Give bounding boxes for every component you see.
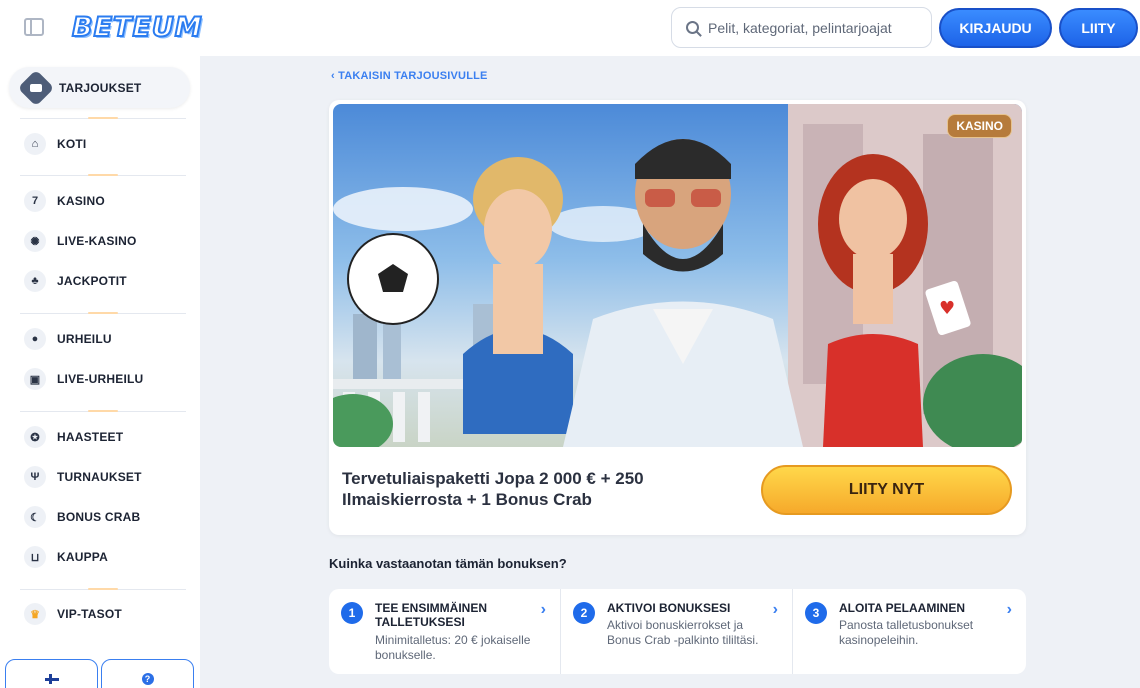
step-item[interactable]: 2 AKTIVOI BONUKSESI Aktivoi bonuskierrok… (561, 589, 793, 674)
seven-icon: 7 (24, 190, 46, 212)
step-number: 1 (341, 602, 363, 624)
sidebar-item-sports[interactable]: ● URHEILU (24, 328, 112, 350)
sidebar-item-label: LIVE-KASINO (57, 234, 137, 248)
sidebar-item-tournaments[interactable]: Ψ TURNAUKSET (24, 466, 142, 488)
sidebar-divider (20, 174, 186, 176)
search-icon (686, 21, 699, 34)
top-header: BETEUM KIRJAUDU LIITY (0, 0, 1140, 56)
search-box[interactable] (671, 7, 932, 48)
offer-banner-image: ♥ KASINO (333, 104, 1022, 447)
medal-icon: ✪ (24, 426, 46, 448)
join-now-button[interactable]: LIITY NYT (761, 465, 1012, 515)
sidebar-item-label: KOTI (57, 137, 87, 151)
sidebar-item-bonus-crab[interactable]: ☾ BONUS CRAB (24, 506, 140, 528)
banner-illustration: ♥ (333, 104, 1022, 447)
chevron-right-icon[interactable]: › (541, 601, 546, 619)
category-badge: KASINO (947, 114, 1012, 138)
step-description: Aktivoi bonuskierrokset ja Bonus Crab -p… (607, 618, 759, 647)
sidebar-divider (20, 312, 186, 314)
sidebar-item-casino[interactable]: 7 KASINO (24, 190, 105, 212)
sidebar-item-label: KASINO (57, 194, 105, 208)
clover-icon: ♣ (24, 270, 46, 292)
ball-icon: ● (24, 328, 46, 350)
chevron-right-icon[interactable]: › (773, 601, 778, 619)
search-input[interactable] (708, 19, 928, 36)
sidebar-item-home[interactable]: ⌂ KOTI (24, 133, 86, 155)
offer-title: Tervetuliaispaketti Jopa 2 000 € + 250 I… (342, 469, 644, 509)
step-title: TEE ENSIMMÄINEN TALLETUKSESI (375, 601, 488, 629)
sidebar-item-promotions[interactable]: TARJOUKSET (9, 67, 190, 108)
sidebar-item-label: LIVE-URHEILU (57, 372, 144, 386)
step-title: ALOITA PELAAMINEN (839, 601, 965, 615)
sidebar-item-label: TARJOUKSET (59, 80, 142, 95)
crown-icon: ♛ (24, 603, 46, 625)
svg-text:♥: ♥ (939, 298, 955, 319)
how-to-claim-heading: Kuinka vastaanotan tämän bonuksen? (329, 556, 567, 571)
crab-icon: ☾ (24, 506, 46, 528)
brand-logo[interactable]: BETEUM (71, 11, 203, 44)
step-description: Minimitalletus: 20 € jokaiselle bonuksel… (375, 633, 531, 662)
language-button[interactable] (5, 659, 98, 688)
step-item[interactable]: 3 ALOITA PELAAMINEN Panosta talletusbonu… (793, 589, 1026, 674)
join-button[interactable]: LIITY (1059, 8, 1138, 48)
sidebar-item-label: URHEILU (57, 332, 112, 346)
sidebar-item-shop[interactable]: ⊔ KAUPPA (24, 546, 108, 568)
help-icon: ? (141, 673, 154, 685)
step-number: 3 (805, 602, 827, 624)
sidebar-divider (20, 588, 186, 590)
home-icon: ⌂ (24, 133, 46, 155)
back-link-label: TAKAISIN TARJOUSIVULLE (338, 70, 488, 82)
chevron-right-icon[interactable]: › (1007, 601, 1012, 619)
sidebar-item-live-sports[interactable]: ▣ LIVE-URHEILU (24, 368, 143, 390)
step-number: 2 (573, 602, 595, 624)
sidebar-item-vip[interactable]: ♛ VIP-TASOT (24, 603, 122, 625)
sidebar-item-label: HAASTEET (57, 430, 124, 444)
sidebar-item-jackpots[interactable]: ♣ JACKPOTIT (24, 270, 127, 292)
step-item[interactable]: 1 TEE ENSIMMÄINEN TALLETUKSESI Minimital… (329, 589, 561, 674)
help-button[interactable]: ? (101, 659, 194, 688)
sidebar-item-label: BONUS CRAB (57, 510, 141, 524)
sidebar-divider (20, 410, 186, 412)
sidebar-item-label: JACKPOTIT (57, 274, 127, 288)
step-description: Panosta talletusbonukset kasinopeleihin. (839, 618, 974, 647)
gift-icon (17, 69, 55, 106)
finland-flag-icon (44, 674, 59, 684)
step-title: AKTIVOI BONUKSESI (607, 601, 731, 615)
sidebar-item-label: VIP-TASOT (57, 607, 122, 621)
sidebar-divider (20, 117, 186, 119)
back-to-offers-link[interactable]: ‹ TAKAISIN TARJOUSIVULLE (331, 70, 488, 82)
steps-panel: 1 TEE ENSIMMÄINEN TALLETUKSESI Minimital… (329, 589, 1026, 674)
sidebar-item-live-casino[interactable]: ✺ LIVE-KASINO (24, 230, 137, 252)
sidebar-item-label: KAUPPA (57, 550, 108, 564)
sidebar-item-challenges[interactable]: ✪ HAASTEET (24, 426, 123, 448)
trophy-icon: Ψ (24, 466, 46, 488)
chip-icon: ✺ (24, 230, 46, 252)
basket-icon: ⊔ (24, 546, 46, 568)
sidebar: TARJOUKSET ⌂ KOTI 7 KASINO ✺ LIVE-KASINO… (0, 56, 200, 688)
login-button[interactable]: KIRJAUDU (939, 8, 1052, 48)
live-icon: ▣ (24, 368, 46, 390)
sidebar-item-label: TURNAUKSET (57, 470, 142, 484)
offer-card: ♥ KASINO Tervetuliaispaketti Jopa 2 000 … (329, 100, 1026, 535)
sidebar-toggle-icon[interactable] (24, 18, 44, 36)
